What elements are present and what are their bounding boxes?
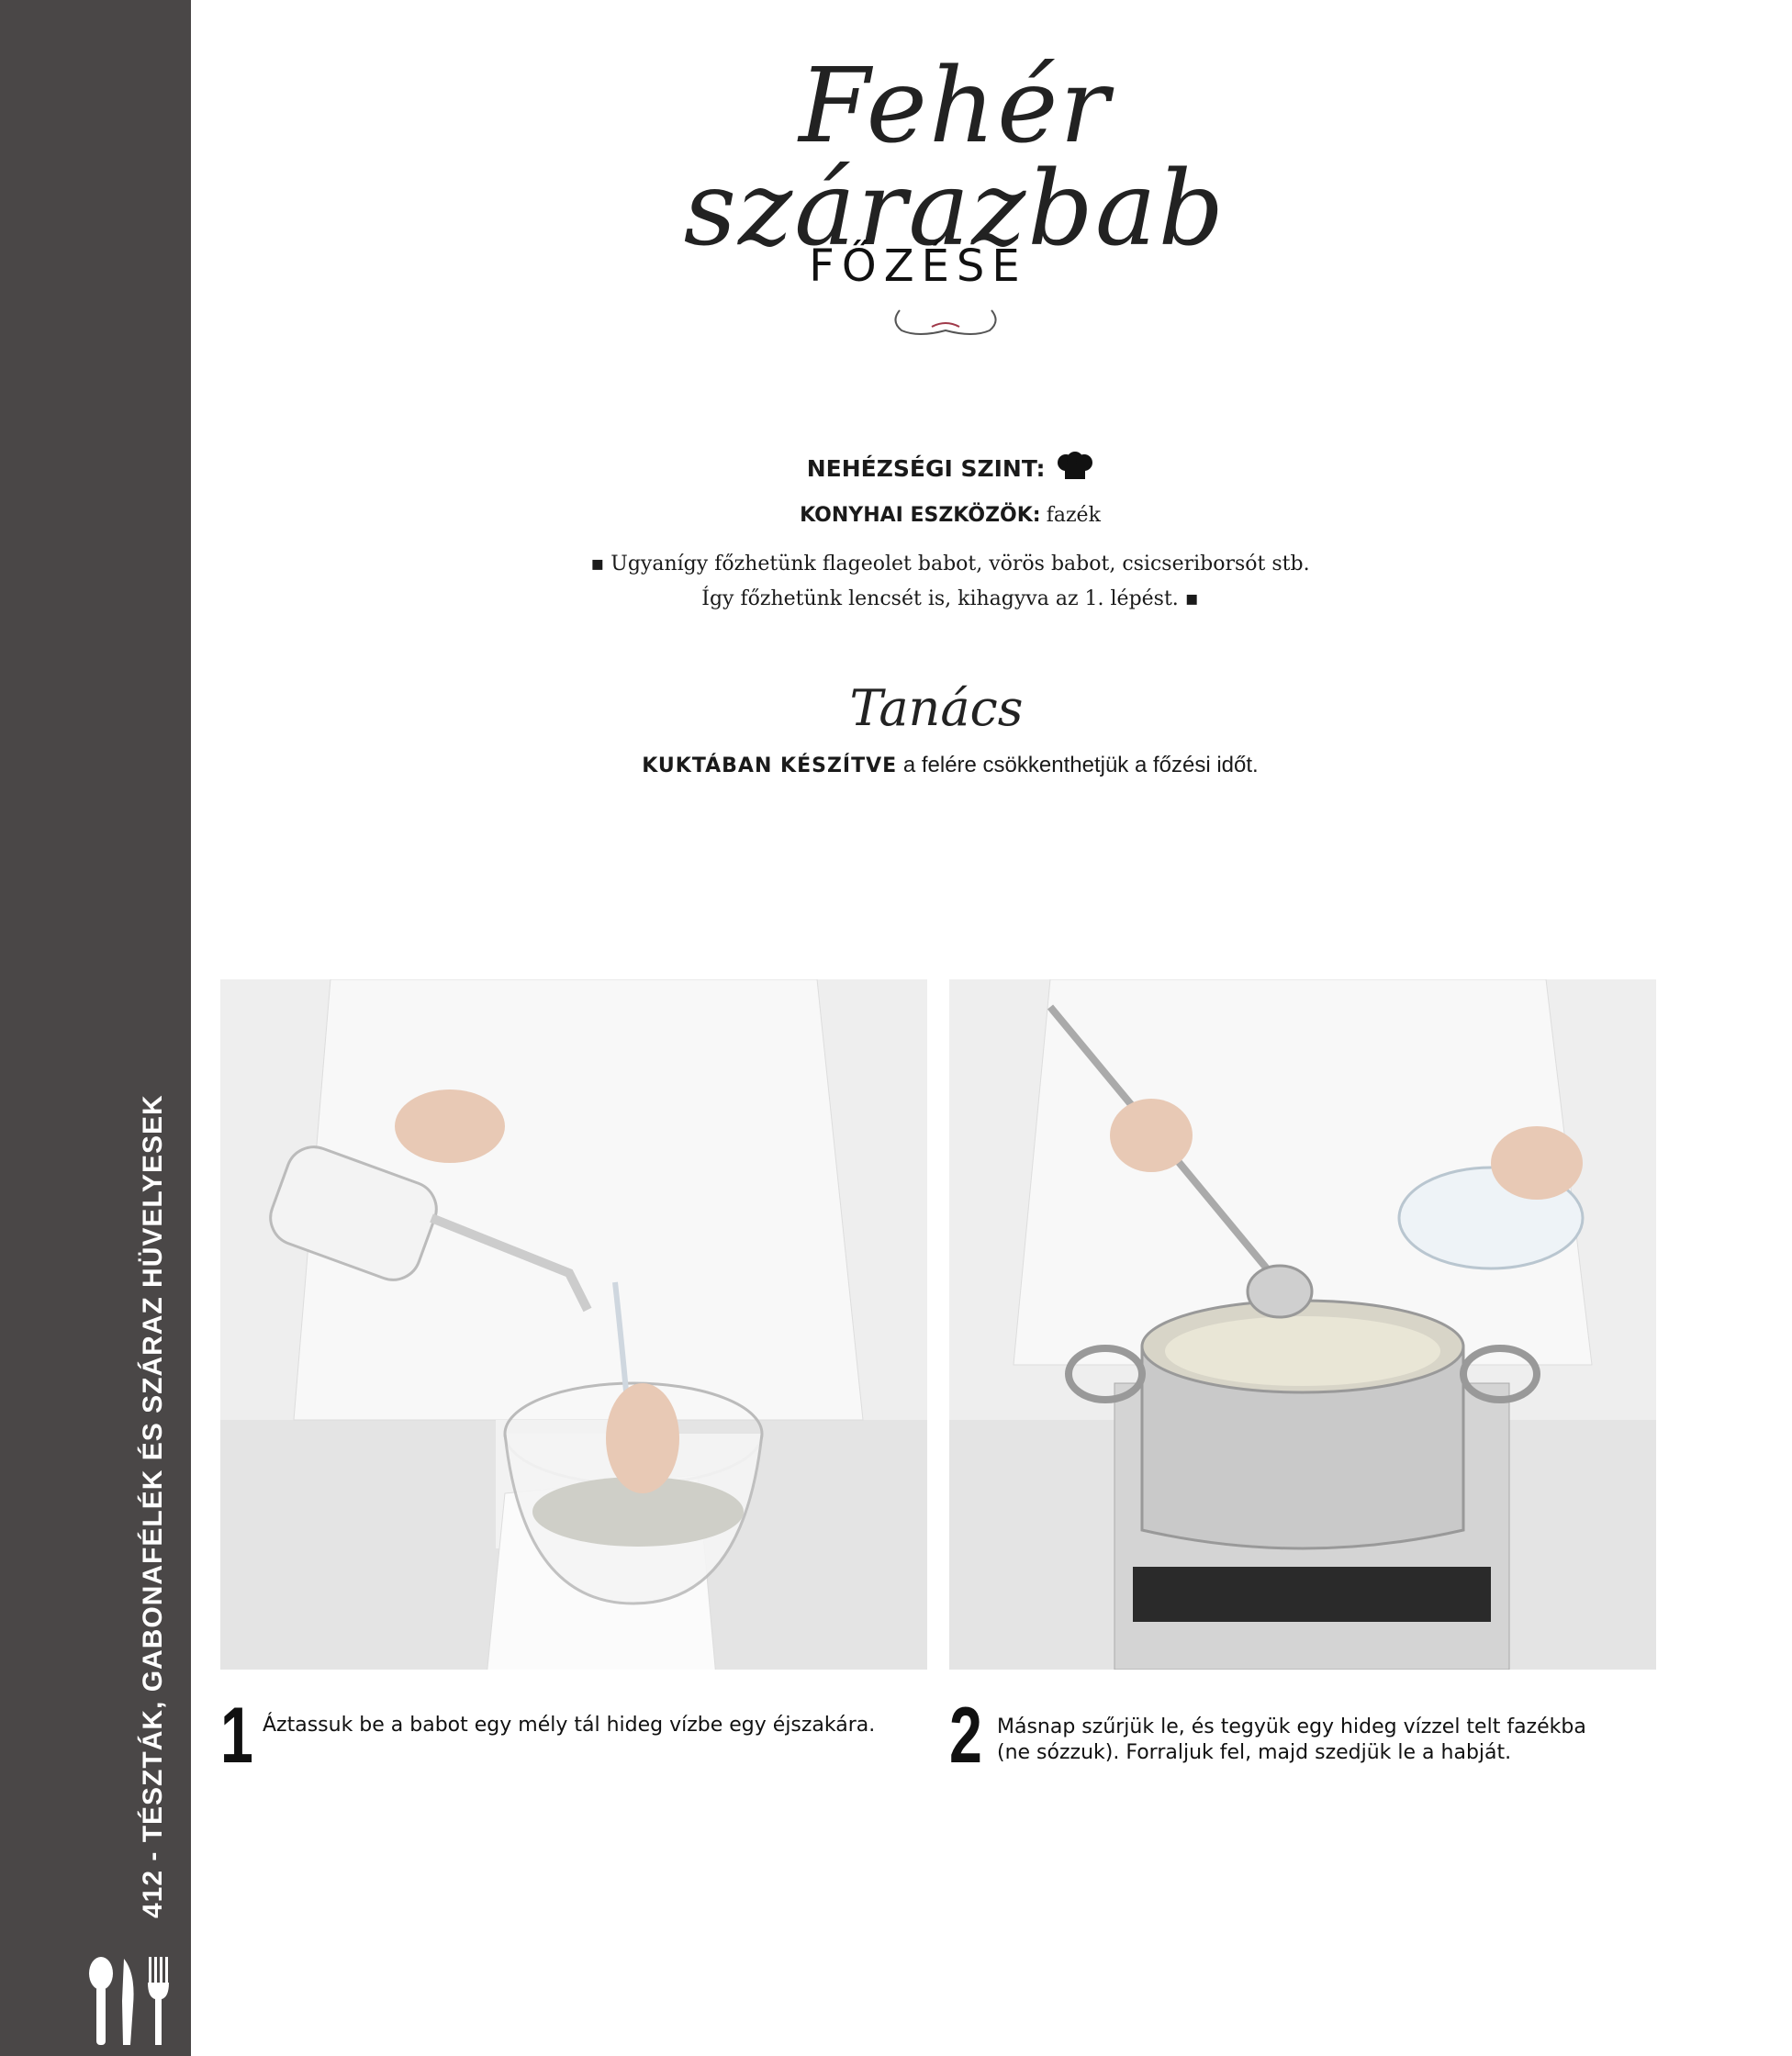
step-2-text: Másnap szűrjük le, és tegyük egy hideg v… (997, 1715, 1658, 1766)
tools-label: KONYHAI ESZKÖZÖK: (800, 504, 1041, 527)
step-2-text-line-1: Másnap szűrjük le, és tegyük egy hideg v… (997, 1715, 1586, 1738)
note-line-1: ▪ Ugyanígy főzhetünk flageolet babot, vö… (590, 553, 1310, 575)
tip-body: a felére csökkenthetjük a főzési időt. (897, 753, 1259, 777)
tip-bold: KUKTÁBAN KÉSZÍTVE (642, 754, 898, 777)
step-2-text-line-2: (ne sózzuk). Forraljuk fel, majd szedjük… (997, 1741, 1512, 1764)
kitchen-tools: KONYHAI ESZKÖZÖK: fazék (643, 503, 1258, 527)
page-subtitle: FŐZÉSE (809, 240, 1027, 292)
difficulty-level: NEHÉZSÉGI SZINT: (643, 452, 1258, 482)
ornament-icon (894, 309, 997, 335)
step-1-number: 1 (220, 1692, 253, 1780)
sidebar-band: 412 - TÉSZTÁK, GABONAFÉLÉK ÉS SZÁRAZ HÜV… (0, 0, 191, 2056)
page-number-label: 412 - TÉSZTÁK, GABONAFÉLÉK ÉS SZÁRAZ HÜV… (138, 1094, 168, 1918)
chef-hat-icon (1058, 452, 1093, 479)
recipe-note: ▪ Ugyanígy főzhetünk flageolet babot, vö… (551, 547, 1350, 617)
tip-text: KUKTÁBAN KÉSZÍTVE a felére csökkenthetjü… (551, 753, 1350, 778)
tools-value: fazék (1046, 504, 1101, 527)
cutlery-icon (89, 1957, 169, 2045)
step-1-photo (220, 979, 927, 1670)
note-line-2: Így főzhetünk lencsét is, kihagyva az 1.… (701, 587, 1199, 610)
step-2-number: 2 (949, 1692, 982, 1780)
tip-heading: Tanács (849, 679, 1024, 737)
page-title: Fehér szárazbab (683, 47, 1226, 269)
difficulty-label: NEHÉZSÉGI SZINT: (806, 455, 1046, 482)
step-1-text: Áztassuk be a babot egy mély tál hideg v… (263, 1714, 876, 1737)
step-2-photo (949, 979, 1656, 1670)
